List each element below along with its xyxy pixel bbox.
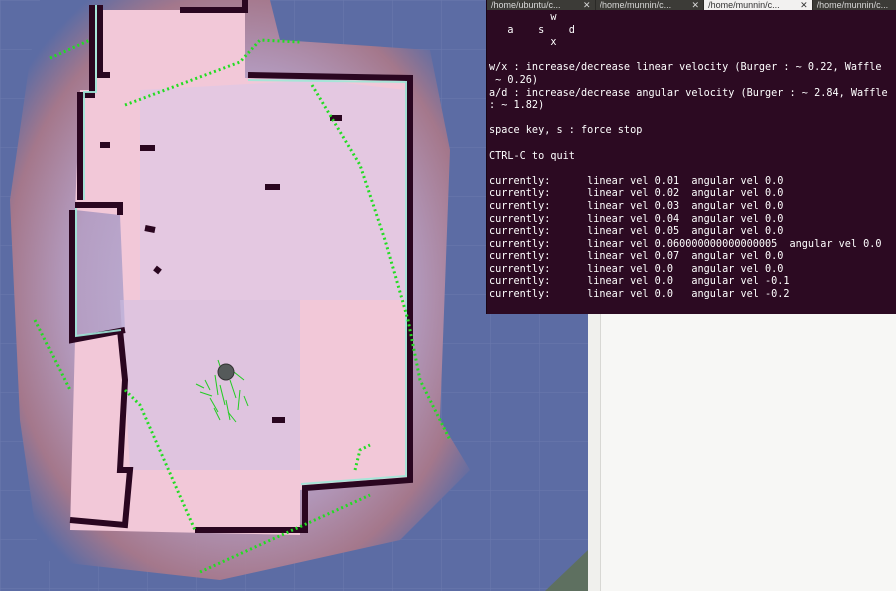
terminal-line: space key, s : force stop [489,125,643,137]
terminal-line: currently: linear vel 0.01 angular vel 0… [489,175,784,187]
terminal-line: ~ 0.26) [489,74,539,86]
close-icon[interactable]: ✕ [583,0,591,10]
terminal-tab-4[interactable]: /home/munnin/c... [813,0,896,10]
terminal-window[interactable]: /home/ubuntu/c... ✕ /home/munnin/c... ✕ /h… [486,0,896,314]
tab-title: /home/ubuntu/c... [491,0,561,10]
close-icon[interactable]: ✕ [800,0,808,10]
terminal-tab-2[interactable]: /home/munnin/c... ✕ [596,0,705,10]
terminal-line: a/d : increase/decrease angular velocity… [489,87,888,99]
tab-title: /home/munnin/c... [708,0,780,10]
robot-icon[interactable] [217,363,235,381]
terminal-line: currently: linear vel 0.04 angular vel 0… [489,213,784,225]
background-window [600,314,896,591]
window-gap [588,314,600,591]
terminal-line: a s d [489,24,575,36]
terminal-line: : ~ 1.82) [489,100,545,112]
terminal-line: currently: linear vel 0.0 angular vel -0… [489,276,790,288]
tab-title: /home/munnin/c... [816,0,889,10]
terminal-line: currently: linear vel 0.0 angular vel 0.… [489,263,784,275]
terminal-line: currently: linear vel 0.0 angular vel -0… [489,289,790,301]
terminal-line: currently: linear vel 0.03 angular vel 0… [489,200,784,212]
terminal-line: currently: linear vel 0.05 angular vel 0… [489,226,784,238]
terminal-line: currently: linear vel 0.02 angular vel 0… [489,188,784,200]
terminal-line: w/x : increase/decrease linear velocity … [489,62,882,74]
terminal-line: currently: linear vel 0.0600000000000000… [489,238,882,250]
tab-title: /home/munnin/c... [599,0,672,10]
terminal-line: currently: linear vel 0.07 angular vel 0… [489,251,784,263]
close-icon[interactable]: ✕ [692,0,700,10]
terminal-line: CTRL-C to quit [489,150,575,162]
terminal-line: w [489,12,557,23]
terminal-tab-bar: /home/ubuntu/c... ✕ /home/munnin/c... ✕ /h… [487,0,896,10]
terminal-output[interactable]: w a s d x w/x : increase/decrease linear … [487,10,896,302]
terminal-tab-1[interactable]: /home/ubuntu/c... ✕ [487,0,596,10]
terminal-line: x [489,37,557,49]
terminal-tab-3[interactable]: /home/munnin/c... ✕ [704,0,813,10]
